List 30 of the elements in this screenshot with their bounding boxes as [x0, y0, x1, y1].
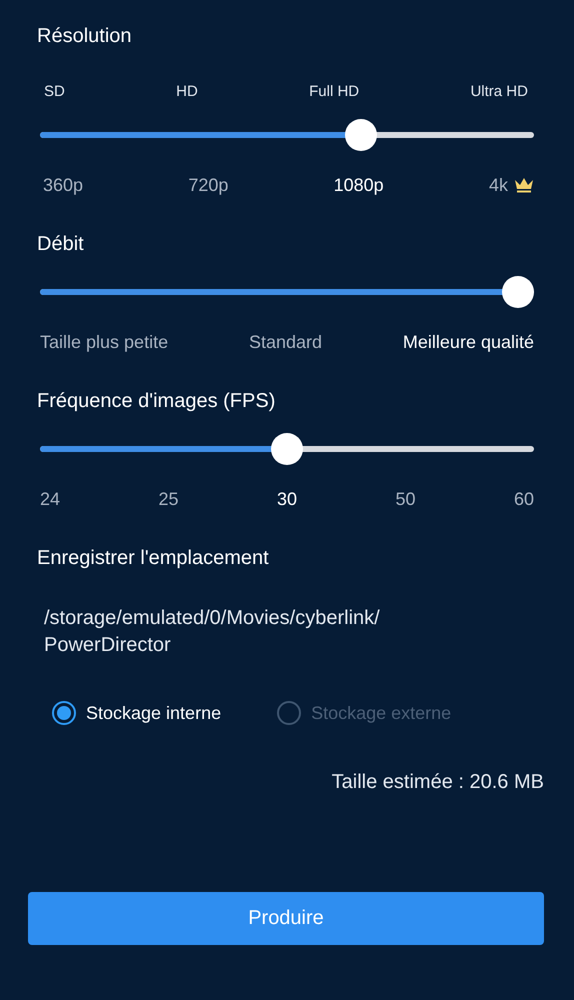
option-label[interactable]: 360p: [43, 174, 84, 196]
option-label[interactable]: 60: [514, 488, 534, 510]
section-title: Résolution: [37, 25, 133, 49]
slider[interactable]: [40, 433, 534, 465]
slider-thumb[interactable]: [271, 433, 303, 465]
tier-label: SD: [44, 83, 65, 100]
slider-thumb[interactable]: [502, 276, 534, 308]
option-label[interactable]: 30: [276, 488, 297, 510]
tier-label: HD: [176, 83, 198, 100]
slider[interactable]: [40, 276, 534, 308]
tier-label: Ultra HD: [470, 83, 528, 100]
option-label[interactable]: 50: [395, 488, 416, 510]
option-label[interactable]: 4k: [488, 174, 508, 196]
option-label[interactable]: 720p: [188, 174, 228, 196]
section-title: Fréquence d'images (FPS): [37, 390, 276, 414]
radio-button[interactable]: [52, 701, 76, 725]
save-path: /storage/emulated/0/Movies/cyberlink/ PowerDirector: [44, 606, 381, 658]
option-label[interactable]: Standard: [248, 332, 322, 352]
section-title: Débit: [37, 233, 85, 257]
radio-label[interactable]: Stockage interne: [86, 702, 222, 724]
option-label[interactable]: Meilleure qualité: [402, 332, 534, 352]
tier-label: Full HD: [309, 83, 360, 100]
option-label[interactable]: 25: [158, 488, 179, 510]
option-label[interactable]: Taille plus petite: [40, 332, 168, 352]
option-label[interactable]: 24: [40, 488, 60, 510]
slider[interactable]: [40, 119, 534, 151]
slider-thumb[interactable]: [344, 119, 377, 151]
section-title: Enregistrer l'emplacement: [37, 547, 270, 571]
option-label[interactable]: 1080p: [334, 174, 384, 196]
estimated-size: Taille estimée : 20.6 MB: [330, 771, 544, 794]
